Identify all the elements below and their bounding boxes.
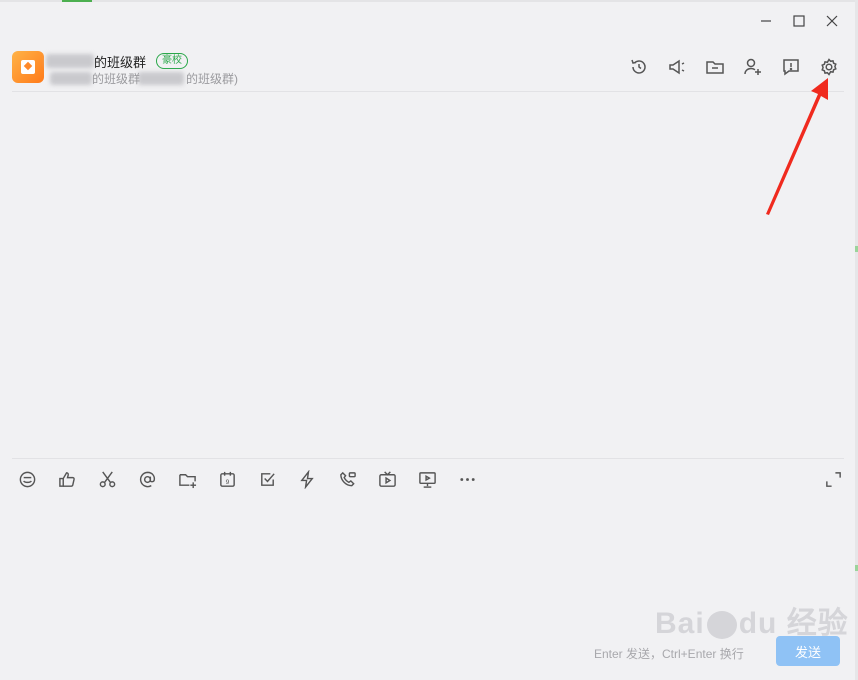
minimize-button[interactable]	[755, 10, 777, 32]
files-button[interactable]	[704, 56, 726, 78]
book-icon	[21, 60, 35, 74]
group-subtitle-part: 的班级群	[92, 72, 141, 86]
schedule-button[interactable]: 9	[216, 468, 238, 490]
close-button[interactable]	[821, 10, 843, 32]
more-icon	[459, 477, 475, 481]
svg-text:9: 9	[225, 478, 229, 485]
paw-icon	[706, 611, 737, 640]
message-area[interactable]	[0, 92, 855, 458]
redacted-name	[46, 54, 94, 68]
message-board-icon	[783, 59, 799, 76]
close-icon	[826, 15, 838, 27]
send-file-button[interactable]	[176, 468, 198, 490]
folder-plus-icon	[178, 473, 196, 488]
phone-icon	[339, 471, 356, 486]
send-button[interactable]: 发送	[776, 636, 840, 666]
screenshot-button[interactable]	[96, 468, 118, 490]
lightning-icon	[299, 469, 314, 489]
announcement-icon	[669, 59, 685, 75]
expand-icon	[825, 471, 841, 487]
presentation-icon	[418, 471, 436, 488]
tv-icon	[378, 470, 396, 487]
settings-button[interactable]	[818, 56, 840, 78]
expand-button[interactable]	[822, 468, 844, 490]
add-member-button[interactable]	[742, 56, 764, 78]
group-subtitle-part: 的班级群)	[186, 72, 239, 86]
send-hint: Enter 发送，Ctrl+Enter 换行	[594, 647, 744, 661]
settings-icon	[821, 58, 837, 76]
like-button[interactable]	[56, 468, 78, 490]
school-badge: 豪校	[156, 53, 188, 69]
add-member-icon	[744, 58, 761, 75]
title-bar	[0, 2, 855, 42]
history-icon	[631, 59, 646, 74]
call-button[interactable]	[336, 468, 358, 490]
announcement-button[interactable]	[666, 56, 688, 78]
chat-header: 的班级群 豪校 的班级群 的班级群)	[0, 42, 855, 92]
more-button[interactable]	[456, 468, 478, 490]
mention-icon	[139, 471, 155, 487]
history-button[interactable]	[628, 56, 650, 78]
emoji-icon	[19, 471, 35, 487]
maximize-icon	[793, 15, 805, 27]
mention-button[interactable]	[136, 468, 158, 490]
presentation-button[interactable]	[416, 468, 438, 490]
message-board-button[interactable]	[780, 56, 802, 78]
quick-reply-button[interactable]	[296, 468, 318, 490]
like-icon	[58, 471, 75, 487]
folder-icon	[706, 61, 724, 74]
group-subtitle: 的班级群 的班级群)	[50, 70, 238, 87]
task-button[interactable]	[256, 468, 278, 490]
watermark-text: Bai	[655, 607, 705, 640]
watermark-text: du	[738, 607, 778, 640]
maximize-button[interactable]	[788, 10, 810, 32]
live-button[interactable]	[376, 468, 398, 490]
scissors-icon	[99, 470, 115, 487]
group-name[interactable]: 的班级群	[94, 52, 146, 71]
group-avatar[interactable]	[12, 51, 44, 83]
checkbox-icon	[260, 472, 275, 486]
toolbar-divider	[12, 458, 844, 459]
minimize-icon	[761, 20, 771, 22]
calendar-icon: 9	[219, 471, 235, 487]
emoji-button[interactable]	[16, 468, 38, 490]
